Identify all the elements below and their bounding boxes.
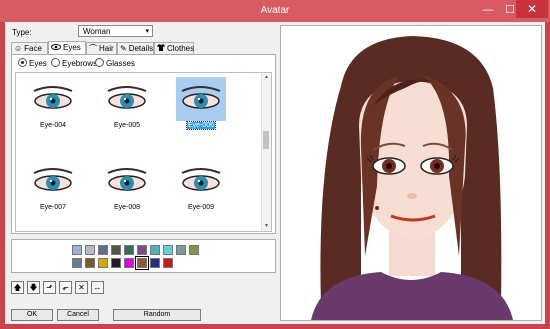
move-up-button[interactable]: 🡅 [11,281,24,294]
scroll-thumb[interactable] [263,131,269,149]
random-button[interactable]: Random [113,309,201,321]
eye-option-text: Eye-006 [185,121,217,130]
color-swatch[interactable] [150,245,160,255]
ok-button[interactable]: OK [11,309,53,321]
eye-thumbnail [176,159,226,203]
eye-thumbnail [102,77,152,121]
eye-option-text: Eye-008 [113,204,141,211]
color-swatch[interactable] [135,256,149,270]
radio-label: Glasses [106,59,135,68]
avatar-window: — ☐ ✕ Avatar Type: Woman ▾ ☺ Face Eyes ⌒ H… [0,0,550,329]
bring-front-button[interactable]: ⬏ [43,281,56,294]
tab-face[interactable]: ☺ Face [11,42,48,54]
color-swatch[interactable] [98,245,108,255]
color-swatch[interactable] [124,258,134,268]
tab-label: Clothes [167,44,195,53]
eyes-tab-panel: Eyes Eyebrows Glasses ▲ ▼ Eye-004 Eye-005… [11,54,276,234]
color-swatch[interactable] [98,258,108,268]
eye-option-label: Eye-005 [96,122,158,129]
color-swatch[interactable] [150,258,160,268]
send-back-button[interactable]: ⬐ [59,281,72,294]
move-down-button[interactable]: 🡇 [27,281,40,294]
eye-option-text: Eye-007 [39,204,67,211]
avatar-portrait [311,36,513,320]
eye-gallery: ▲ ▼ Eye-004 Eye-005 Eye-006 Eye-007 Eye-008 E… [15,72,272,232]
type-label: Type: [12,28,32,37]
radio-label: Eyebrows [62,59,98,68]
scroll-up-icon[interactable]: ▲ [262,73,271,82]
eye-thumbnail [28,159,78,203]
tab-clothes[interactable]: Clothes [154,42,194,54]
radio-glasses[interactable]: Glasses [95,58,135,69]
radio-dot [18,58,27,67]
radio-eyes[interactable]: Eyes [18,58,47,69]
color-swatch[interactable] [72,258,82,268]
tab-hair[interactable]: ⌒ Hair [86,42,117,54]
eye-icon [51,42,61,54]
cancel-button[interactable]: Cancel [57,309,99,321]
eye-option-label: Eye-006 [170,121,232,130]
radio-eyebrows[interactable]: Eyebrows [51,58,97,69]
color-swatch[interactable] [124,245,134,255]
eye-option-label: Eye-007 [22,204,84,211]
tab-label: Eyes [63,43,81,52]
eye-thumbnail [28,77,78,121]
radio-label: Eyes [29,59,47,68]
dialog-body: Type: Woman ▾ ☺ Face Eyes ⌒ Hair ✎ Details … [5,22,545,324]
eye-option[interactable]: Eye-008 [96,159,158,217]
eye-thumbnail [176,77,226,121]
remove-button[interactable]: ✕ [75,281,88,294]
eye-option-text: Eye-005 [113,122,141,129]
eye-option[interactable]: Eye-006 [170,77,232,135]
eye-option-text: Eye-009 [187,204,215,211]
chevron-down-icon: ▾ [145,28,149,35]
avatar-preview [280,25,542,321]
eye-option[interactable]: Eye-009 [170,159,232,217]
window-title: Avatar [260,5,290,16]
color-swatch[interactable] [72,245,82,255]
eye-option[interactable]: Eye-004 [22,77,84,135]
color-palette [11,239,276,273]
scroll-down-icon[interactable]: ▼ [262,222,271,231]
eye-option[interactable]: Eye-005 [96,77,158,135]
eye-thumbnail [102,159,152,203]
eye-option-label: Eye-008 [96,204,158,211]
tab-eyes[interactable]: Eyes [48,41,86,55]
type-select[interactable]: Woman ▾ [78,25,153,37]
color-swatch[interactable] [137,245,147,255]
eye-option-text: Eye-004 [39,122,67,129]
color-swatch[interactable] [111,245,121,255]
radio-dot [51,58,60,67]
color-swatch[interactable] [163,258,173,268]
flip-button[interactable]: ↔ [91,281,104,294]
title-bar: — ☐ ✕ Avatar [0,0,550,22]
tab-label: Face [24,44,42,53]
eye-option-label: Eye-009 [170,204,232,211]
color-swatch[interactable] [176,245,186,255]
tab-details[interactable]: ✎ Details [117,42,154,54]
color-swatch[interactable] [85,258,95,268]
color-swatch[interactable] [189,245,199,255]
color-swatch[interactable] [111,258,121,268]
color-swatch[interactable] [163,245,173,255]
eye-option-label: Eye-004 [22,122,84,129]
color-swatch[interactable] [85,245,95,255]
type-value: Woman [83,27,111,36]
tab-label: Details [128,44,154,53]
tab-label: Hair [99,44,114,53]
radio-dot [95,58,104,67]
gallery-scrollbar[interactable]: ▲ ▼ [261,73,271,231]
eye-option[interactable]: Eye-007 [22,159,84,217]
